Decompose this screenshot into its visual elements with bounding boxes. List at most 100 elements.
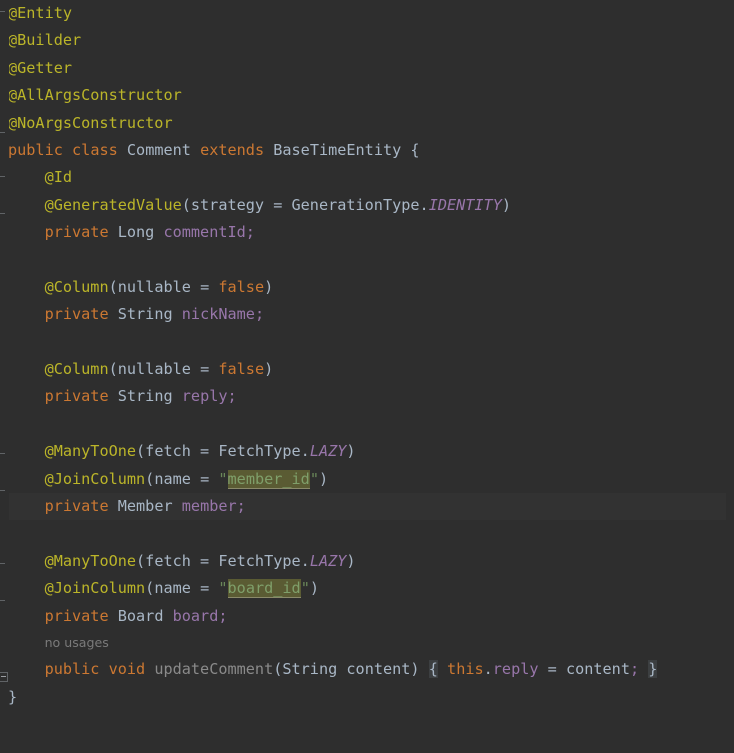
fold-region-id-field[interactable]: [0, 176, 7, 214]
code-content[interactable]: @Entity @Builder @Getter @AllArgsConstru…: [0, 0, 734, 753]
type-string: String: [117, 387, 173, 406]
open-paren: (: [108, 360, 118, 379]
code-line[interactable]: @Builder: [0, 27, 734, 54]
code-line-field-comment-id[interactable]: private Long commentId;: [0, 219, 734, 246]
open-paren: (: [136, 442, 146, 461]
code-line[interactable]: @Entity: [0, 0, 734, 27]
open-paren: (: [145, 579, 155, 598]
keyword-this: this: [447, 659, 484, 678]
keyword-void: void: [108, 659, 146, 678]
code-line[interactable]: @NoArgsConstructor: [0, 110, 734, 137]
code-line-field-member-current[interactable]: private Member member;: [0, 493, 726, 521]
keyword-false: false: [218, 277, 265, 296]
code-line-many-to-one[interactable]: @ManyToOne(fetch = FetchType.LAZY): [0, 438, 734, 465]
code-line-method-update-comment[interactable]: public void updateComment(String content…: [0, 654, 734, 684]
code-line-column-annotation[interactable]: @Column(nullable = false): [0, 274, 734, 301]
class-name: Comment: [126, 140, 191, 159]
open-paren: (: [273, 659, 283, 678]
code-line-field-nick-name[interactable]: private String nickName;: [0, 301, 734, 328]
param-name-content: content: [565, 659, 630, 678]
type-fetch-type: FetchType: [218, 442, 301, 461]
code-line-column-annotation[interactable]: @Column(nullable = false): [0, 356, 734, 383]
equals-sign: =: [200, 277, 210, 296]
open-paren: (: [136, 551, 146, 570]
keyword-private: private: [44, 606, 109, 625]
open-paren: (: [181, 195, 191, 214]
equals-sign: =: [273, 195, 283, 214]
folded-open-brace[interactable]: {: [428, 659, 438, 678]
dot: .: [419, 195, 429, 214]
semicolon: ;: [245, 223, 255, 242]
code-line-join-column-member[interactable]: @JoinColumn(name = "member_id"): [0, 466, 734, 493]
annotation-join-column: @JoinColumn: [44, 579, 146, 598]
inlay-hint-no-usages[interactable]: no usages: [45, 635, 109, 650]
quote-open: ": [218, 469, 228, 488]
code-line-class-close[interactable]: }: [0, 684, 734, 711]
annotation-many-to-one: @ManyToOne: [44, 442, 137, 461]
code-line-field-board[interactable]: private Board board;: [0, 603, 734, 630]
field-board: board: [172, 606, 219, 625]
editor-fold-gutter[interactable]: [0, 0, 9, 753]
open-paren: (: [145, 469, 155, 488]
annotation-no-args-constructor: @NoArgsConstructor: [8, 113, 173, 132]
keyword-extends: extends: [200, 140, 265, 159]
search-highlight-member-id[interactable]: member_id: [227, 469, 310, 489]
attribute-nullable: nullable: [117, 360, 191, 379]
code-line-field-reply[interactable]: private String reply;: [0, 383, 734, 410]
annotation-generated-value: @GeneratedValue: [44, 195, 182, 214]
field-member: member: [181, 497, 237, 516]
close-paren: ): [309, 579, 319, 598]
semicolon: ;: [629, 659, 640, 678]
code-editor[interactable]: @Entity @Builder @Getter @AllArgsConstru…: [0, 0, 734, 753]
param-name-content: content: [346, 659, 411, 678]
code-line[interactable]: @AllArgsConstructor: [0, 82, 734, 109]
annotation-column: @Column: [44, 277, 109, 296]
code-line-many-to-one[interactable]: @ManyToOne(fetch = FetchType.LAZY): [0, 548, 734, 575]
code-line-join-column-board[interactable]: @JoinColumn(name = "board_id"): [0, 575, 734, 602]
open-brace: {: [410, 140, 420, 159]
folded-close-brace[interactable]: }: [648, 659, 658, 678]
annotation-join-column: @JoinColumn: [44, 469, 146, 488]
attribute-strategy: strategy: [190, 195, 265, 214]
code-line[interactable]: @Getter: [0, 55, 734, 82]
dot: .: [300, 551, 310, 570]
equals-sign: =: [200, 360, 210, 379]
annotation-id: @Id: [44, 168, 73, 187]
code-line-generated-value[interactable]: @GeneratedValue(strategy = GenerationTyp…: [0, 192, 734, 219]
search-highlight-board-id[interactable]: board_id: [227, 579, 301, 599]
keyword-private: private: [44, 497, 109, 516]
code-line[interactable]: @Id: [0, 164, 734, 191]
enum-constant-lazy: LAZY: [309, 551, 347, 570]
fold-collapsed-method-body[interactable]: [0, 672, 8, 682]
fold-region-board-relation[interactable]: [0, 563, 7, 601]
inlay-hint-line: no usages: [0, 630, 734, 654]
fold-region-class-annotations[interactable]: [0, 11, 7, 133]
equals-sign: =: [547, 659, 557, 678]
close-paren: ): [346, 551, 356, 570]
fold-region-member-relation[interactable]: [0, 453, 7, 491]
code-line-class-declaration[interactable]: public class Comment extends BaseTimeEnt…: [0, 137, 734, 164]
dot: .: [300, 442, 310, 461]
